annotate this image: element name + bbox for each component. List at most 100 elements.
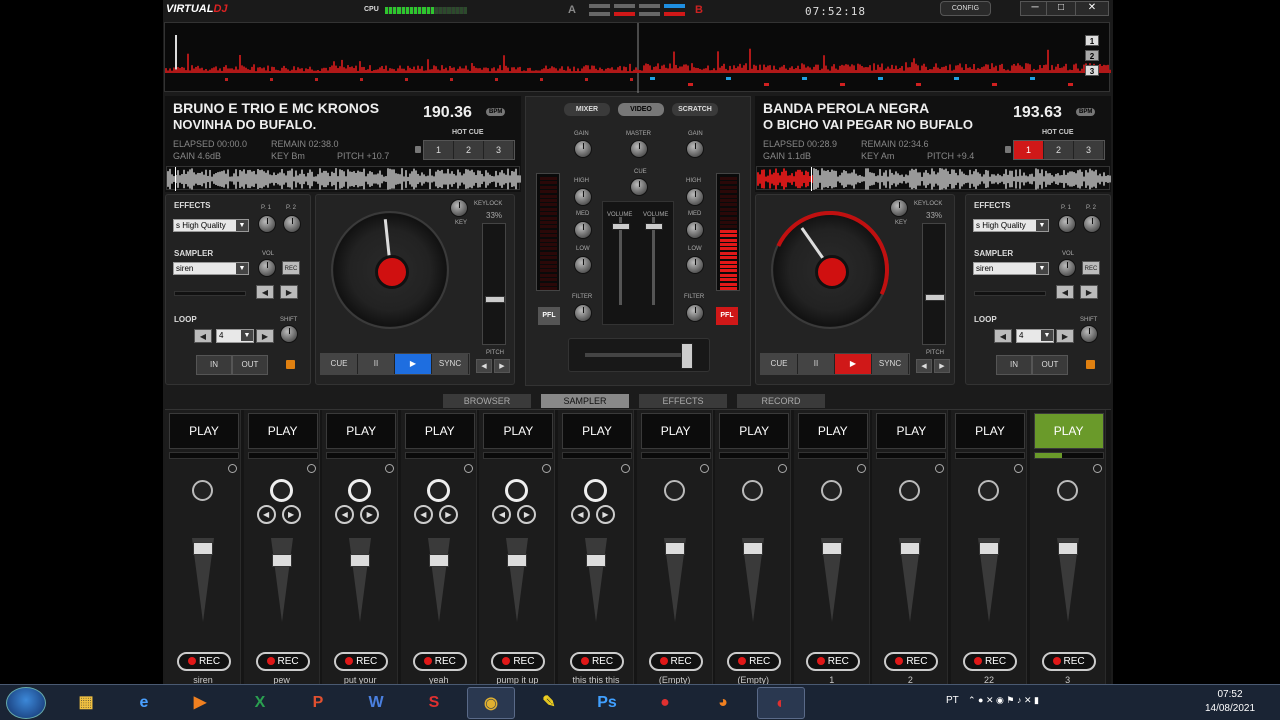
sampler-play-button[interactable]: PLAY: [1033, 413, 1104, 449]
loop-toggle-icon[interactable]: [306, 464, 316, 473]
volume-right-fader[interactable]: [644, 217, 664, 305]
sampler-rec-button[interactable]: REC: [255, 652, 310, 671]
effect-select[interactable]: s High Quality ▼: [173, 219, 249, 232]
volume-left-handle[interactable]: [612, 223, 630, 230]
sampler-volume-slider[interactable]: [349, 538, 372, 622]
tab-record[interactable]: RECORD: [737, 394, 825, 408]
volume-right-handle[interactable]: [645, 223, 663, 230]
sampler-volume-slider[interactable]: [978, 538, 1000, 622]
sync-button[interactable]: SYNC: [432, 354, 469, 374]
hotcue-2-button[interactable]: 2: [454, 141, 484, 159]
tab-video[interactable]: VIDEO: [618, 103, 664, 116]
crossfader[interactable]: [568, 338, 710, 372]
sampler-rec-button[interactable]: REC: [963, 652, 1017, 671]
sampler-volume-slider[interactable]: [1056, 538, 1079, 622]
hotcue-3-button[interactable]: 3: [484, 141, 514, 159]
p1-knob[interactable]: [258, 215, 276, 233]
shift-knob[interactable]: [280, 325, 298, 343]
sampler-next-button[interactable]: ▶: [1080, 285, 1098, 299]
cue-button[interactable]: CUE: [761, 354, 798, 374]
sampler-rec-button[interactable]: REC: [1082, 261, 1100, 275]
deck-right-waveform[interactable]: [756, 166, 1111, 191]
loop-double-button[interactable]: ▶: [1056, 329, 1074, 343]
prev-arrow-icon[interactable]: ◀: [413, 505, 433, 524]
loop-length-select[interactable]: 4 ▼: [216, 329, 254, 343]
next-arrow-icon[interactable]: ▶: [438, 505, 458, 524]
loop-toggle-icon[interactable]: [228, 464, 237, 473]
loop-in-button[interactable]: IN: [196, 355, 232, 375]
sampler-rec-button[interactable]: REC: [1041, 652, 1096, 671]
photoshop-icon[interactable]: Ps: [583, 687, 631, 719]
sampler-prev-button[interactable]: ◀: [256, 285, 274, 299]
page-button-3[interactable]: 3: [1085, 65, 1099, 76]
gain-right-knob[interactable]: [686, 140, 704, 158]
volume-handle[interactable]: [428, 554, 449, 567]
sampler-select[interactable]: siren ▼: [973, 262, 1049, 275]
loop-half-button[interactable]: ◀: [994, 329, 1012, 343]
crossfader-handle[interactable]: [681, 343, 693, 369]
volume-handle[interactable]: [664, 542, 685, 555]
loop-out-button[interactable]: OUT: [232, 355, 268, 375]
volume-handle[interactable]: [900, 542, 921, 555]
key-knob[interactable]: [450, 199, 468, 217]
loop-toggle-icon[interactable]: [1014, 464, 1023, 473]
lock-icon[interactable]: [1005, 146, 1011, 153]
excel-icon[interactable]: X: [236, 687, 284, 719]
sampler-prev-button[interactable]: ◀: [1056, 285, 1074, 299]
loop-toggle-icon[interactable]: [385, 464, 395, 473]
sampler-slot-knob[interactable]: [820, 480, 842, 501]
sampler-play-button[interactable]: PLAY: [640, 413, 711, 449]
loop-length-select[interactable]: 4 ▼: [1016, 329, 1054, 343]
sampler-rec-button[interactable]: REC: [570, 652, 624, 671]
volume-handle[interactable]: [1057, 542, 1078, 555]
pitch-bend-up-button[interactable]: ▶: [494, 359, 510, 373]
volume-handle[interactable]: [586, 554, 606, 567]
loop-toggle-icon[interactable]: [778, 464, 788, 473]
low-right-knob[interactable]: [686, 256, 704, 274]
sampler-volume-slider[interactable]: [506, 538, 529, 622]
med-right-knob[interactable]: [686, 221, 704, 239]
loop-toggle-icon[interactable]: [542, 464, 552, 473]
pause-button[interactable]: II: [798, 354, 835, 374]
cue-knob[interactable]: [630, 178, 648, 196]
filter-right-knob[interactable]: [686, 304, 704, 322]
deck-right-pitch-slider[interactable]: [922, 223, 946, 345]
sampler-vol-knob[interactable]: [1058, 259, 1076, 277]
sampler-play-button[interactable]: PLAY: [562, 413, 632, 449]
pencil-app-icon[interactable]: ✎: [525, 687, 573, 719]
hotcue-3-button[interactable]: 3: [1074, 141, 1104, 159]
media-player-icon[interactable]: ▶: [176, 687, 224, 719]
sampler-rec-button[interactable]: REC: [177, 652, 231, 671]
deck-right-jogwheel[interactable]: [754, 194, 906, 346]
loop-half-button[interactable]: ◀: [194, 329, 212, 343]
pitch-bend-up-button[interactable]: ▶: [934, 359, 950, 373]
hotcue-1-button[interactable]: 1: [1014, 141, 1044, 159]
sampler-next-button[interactable]: ▶: [280, 285, 298, 299]
sampler-play-button[interactable]: PLAY: [247, 413, 318, 449]
next-arrow-icon[interactable]: ▶: [517, 505, 537, 524]
gain-left-knob[interactable]: [574, 140, 592, 158]
sampler-slot-knob[interactable]: [742, 480, 764, 501]
tab-browser[interactable]: BROWSER: [443, 394, 531, 408]
tab-scratch[interactable]: SCRATCH: [672, 103, 718, 116]
sampler-volume-slider[interactable]: [427, 538, 450, 622]
hotcue-1-button[interactable]: 1: [424, 141, 454, 159]
sampler-volume-slider[interactable]: [742, 538, 765, 622]
sampler-rec-button[interactable]: REC: [727, 652, 782, 671]
loop-lock-icon[interactable]: [1086, 360, 1095, 369]
master-knob[interactable]: [630, 140, 648, 158]
prev-arrow-icon[interactable]: ◀: [256, 505, 276, 524]
sampler-slot-knob[interactable]: [584, 479, 607, 502]
sampler-volume-slider[interactable]: [192, 538, 214, 622]
page-button-2[interactable]: 2: [1085, 50, 1099, 61]
pitch-slider-handle[interactable]: [485, 296, 505, 303]
sampler-slot-knob[interactable]: [426, 479, 450, 502]
volume-handle[interactable]: [821, 542, 842, 555]
sampler-rec-button[interactable]: REC: [412, 652, 467, 671]
lock-icon[interactable]: [415, 146, 421, 153]
sampler-rec-button[interactable]: REC: [648, 652, 703, 671]
prev-arrow-icon[interactable]: ◀: [335, 505, 355, 524]
loop-in-button[interactable]: IN: [996, 355, 1032, 375]
loop-lock-icon[interactable]: [286, 360, 295, 369]
next-arrow-icon[interactable]: ▶: [281, 505, 301, 524]
